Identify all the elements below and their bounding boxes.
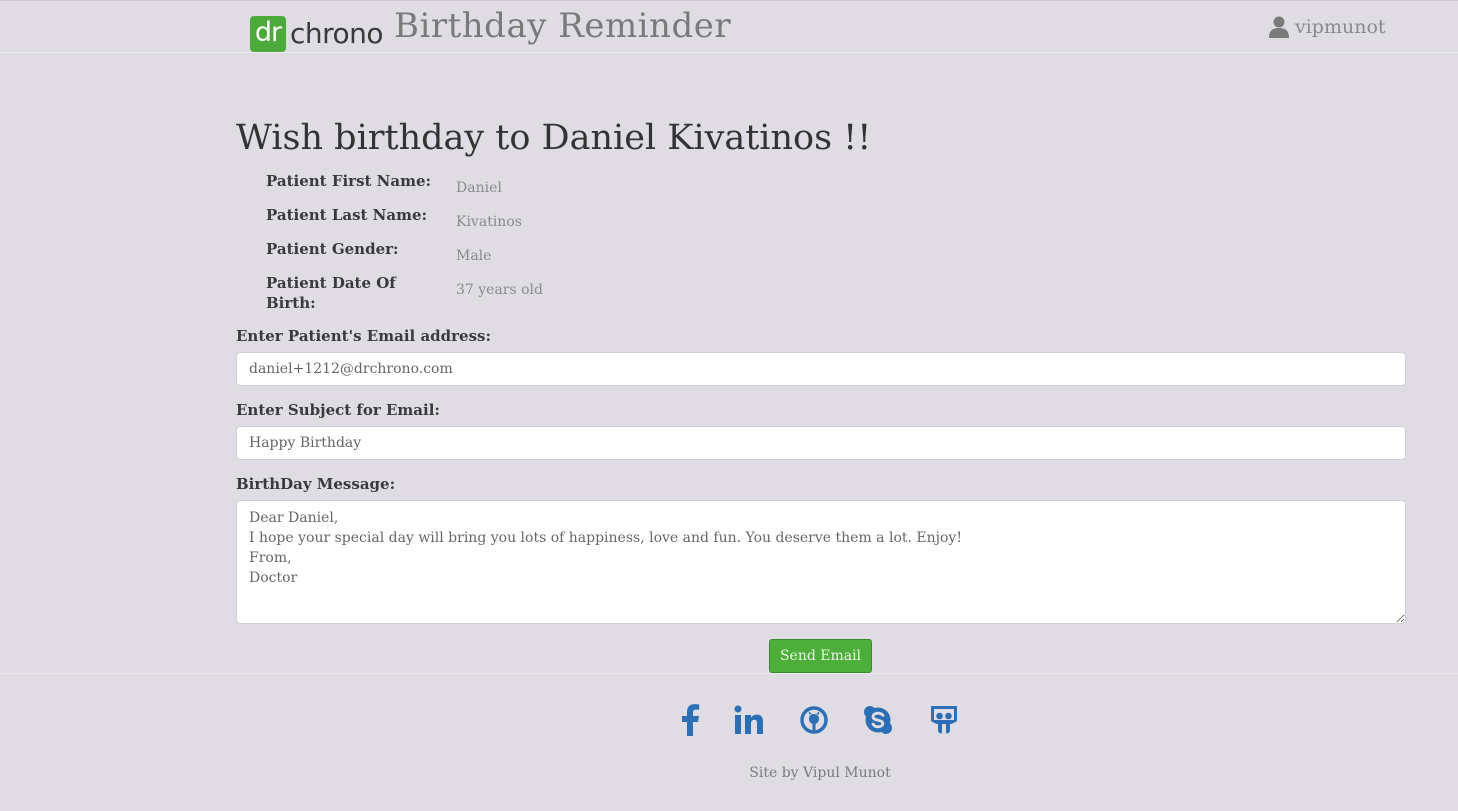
slideshare-icon <box>931 706 957 734</box>
info-label: Patient Gender: <box>266 240 399 258</box>
info-row-gender: Patient Gender: Male <box>266 239 566 266</box>
user-menu[interactable]: vipmunot <box>1269 16 1386 38</box>
user-icon <box>1269 16 1289 38</box>
info-row-date-of-birth: Patient Date Of Birth: 37 years old <box>266 273 566 313</box>
app-title[interactable]: Birthday Reminder <box>394 6 731 46</box>
drchrono-logo[interactable]: dr chrono <box>250 16 384 52</box>
info-row-last-name: Patient Last Name: Kivatinos <box>266 205 566 232</box>
email-label: Enter Patient's Email address: <box>236 327 492 345</box>
page-heading: Wish birthday to Daniel Kivatinos !! <box>236 118 872 158</box>
footer-divider <box>0 673 1458 674</box>
skype-icon <box>864 706 892 734</box>
info-value: Male <box>456 248 492 264</box>
send-email-button[interactable]: Send Email <box>769 639 872 673</box>
logo-dr-mark: dr <box>250 16 286 52</box>
linkedin-icon <box>734 705 763 734</box>
linkedin-link[interactable] <box>731 702 767 738</box>
username: vipmunot <box>1295 16 1386 38</box>
email-field[interactable] <box>236 352 1406 386</box>
message-label: BirthDay Message: <box>236 475 396 493</box>
birthday-message-textarea[interactable]: Dear Daniel, I hope your special day wil… <box>236 500 1406 624</box>
facebook-icon <box>682 704 700 736</box>
footer-credit: Site by Vipul Munot <box>749 765 891 781</box>
navbar: dr chrono Birthday Reminder vipmunot <box>0 0 1458 53</box>
info-row-first-name: Patient First Name: Daniel <box>266 171 566 198</box>
skype-link[interactable] <box>860 702 896 738</box>
subject-label: Enter Subject for Email: <box>236 401 440 419</box>
info-label: Patient Last Name: <box>266 206 428 224</box>
logo-wordmark: chrono <box>290 17 384 50</box>
info-value: Daniel <box>456 180 502 196</box>
info-label: Patient First Name: <box>266 172 432 190</box>
slideshare-link[interactable] <box>926 702 962 738</box>
facebook-link[interactable] <box>672 702 708 738</box>
github-icon <box>800 706 828 734</box>
github-link[interactable] <box>796 702 832 738</box>
info-value: 37 years old <box>456 282 544 298</box>
subject-field[interactable] <box>236 426 1406 460</box>
info-value: Kivatinos <box>456 214 522 230</box>
info-label: Patient Date Of Birth: <box>266 274 396 312</box>
